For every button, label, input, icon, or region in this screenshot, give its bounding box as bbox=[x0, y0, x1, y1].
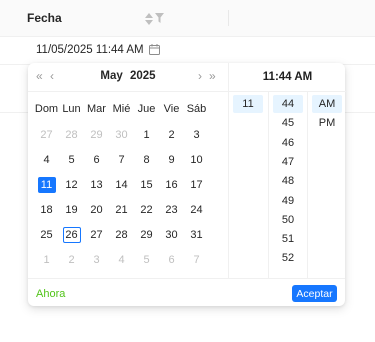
meridiem-option-selected[interactable]: AM bbox=[312, 95, 342, 113]
day-cell[interactable]: 2 bbox=[163, 127, 181, 143]
day-cell[interactable]: 10 bbox=[188, 152, 206, 168]
column-separator bbox=[228, 10, 229, 26]
ok-button[interactable]: Aceptar bbox=[292, 285, 337, 302]
day-cell[interactable]: 20 bbox=[88, 202, 106, 218]
weekday-header: Jue bbox=[137, 103, 156, 115]
meridiem-option[interactable]: PM bbox=[312, 114, 342, 132]
now-link[interactable]: Ahora bbox=[36, 288, 65, 300]
datetime-picker-popup: « ‹ May 2025 › » Dom Lun Mar Mié Jue Vie Sáb 2… bbox=[28, 63, 346, 307]
next-year-icon[interactable]: » bbox=[209, 69, 216, 83]
day-cell[interactable]: 19 bbox=[63, 202, 81, 218]
hour-column[interactable]: 11 bbox=[229, 92, 268, 278]
day-cell[interactable]: 23 bbox=[163, 202, 181, 218]
table-header: Fecha bbox=[0, 0, 375, 37]
day-cell[interactable]: 27 bbox=[88, 227, 106, 243]
filter-icon[interactable] bbox=[155, 13, 164, 23]
day-cell[interactable]: 18 bbox=[38, 202, 56, 218]
day-cell-today[interactable]: 26 bbox=[62, 227, 81, 243]
day-cell[interactable]: 24 bbox=[188, 202, 206, 218]
next-month-icon[interactable]: › bbox=[198, 69, 202, 83]
day-cell[interactable]: 1 bbox=[138, 127, 156, 143]
day-cell[interactable]: 7 bbox=[113, 152, 131, 168]
weekday-header: Lun bbox=[62, 103, 81, 115]
day-cell[interactable]: 14 bbox=[113, 177, 131, 193]
meridiem-column[interactable]: AM PM bbox=[307, 92, 347, 278]
day-cell[interactable]: 3 bbox=[88, 252, 106, 268]
date-input[interactable] bbox=[28, 37, 168, 63]
minute-option[interactable]: 46 bbox=[273, 134, 303, 152]
day-cell[interactable]: 13 bbox=[88, 177, 106, 193]
time-panel: 11:44 AM 11 44 45 46 47 48 49 50 51 52 AM PM bbox=[228, 63, 346, 278]
weekday-header: Mié bbox=[112, 103, 131, 115]
weekday-header: Mar bbox=[87, 103, 106, 115]
day-cell[interactable]: 9 bbox=[163, 152, 181, 168]
date-input-field[interactable] bbox=[36, 41, 146, 59]
calendar-icon[interactable] bbox=[149, 44, 160, 55]
day-cell[interactable]: 29 bbox=[138, 227, 156, 243]
day-cell[interactable]: 22 bbox=[138, 202, 156, 218]
sort-icon[interactable] bbox=[145, 13, 153, 25]
date-panel: « ‹ May 2025 › » Dom Lun Mar Mié Jue Vie Sáb 2… bbox=[28, 63, 228, 278]
weekday-header: Dom bbox=[34, 103, 59, 115]
day-cell[interactable]: 25 bbox=[38, 227, 56, 243]
minute-option[interactable]: 51 bbox=[273, 230, 303, 248]
minute-option[interactable]: 45 bbox=[273, 114, 303, 132]
day-cell[interactable]: 5 bbox=[63, 152, 81, 168]
minute-option[interactable]: 50 bbox=[273, 211, 303, 229]
minute-option[interactable]: 49 bbox=[273, 192, 303, 210]
day-cell[interactable]: 4 bbox=[113, 252, 131, 268]
day-cell[interactable]: 28 bbox=[63, 127, 81, 143]
day-cell[interactable]: 17 bbox=[188, 177, 206, 193]
day-cell[interactable]: 15 bbox=[138, 177, 156, 193]
day-cell[interactable]: 30 bbox=[163, 227, 181, 243]
weekday-header: Sáb bbox=[186, 103, 207, 115]
day-cell[interactable]: 6 bbox=[88, 152, 106, 168]
minute-option[interactable]: 48 bbox=[273, 172, 303, 190]
day-cell[interactable]: 28 bbox=[113, 227, 131, 243]
time-header: 11:44 AM bbox=[229, 63, 346, 92]
minute-option-selected[interactable]: 44 bbox=[273, 95, 303, 113]
day-cell[interactable]: 5 bbox=[138, 252, 156, 268]
day-cell[interactable]: 16 bbox=[163, 177, 181, 193]
day-cell[interactable]: 6 bbox=[163, 252, 181, 268]
calendar-header: « ‹ May 2025 › » bbox=[28, 63, 228, 92]
day-cell[interactable]: 30 bbox=[113, 127, 131, 143]
minute-column[interactable]: 44 45 46 47 48 49 50 51 52 bbox=[268, 92, 307, 278]
minute-option[interactable]: 47 bbox=[273, 153, 303, 171]
day-cell[interactable]: 29 bbox=[88, 127, 106, 143]
day-cell[interactable]: 12 bbox=[63, 177, 81, 193]
day-cell[interactable]: 31 bbox=[188, 227, 206, 243]
hour-option-selected[interactable]: 11 bbox=[233, 95, 263, 113]
day-cell[interactable]: 3 bbox=[188, 127, 206, 143]
year-button[interactable]: 2025 bbox=[130, 70, 156, 82]
day-cell[interactable]: 2 bbox=[63, 252, 81, 268]
weekday-header: Vie bbox=[163, 103, 180, 115]
day-cell[interactable]: 7 bbox=[188, 252, 206, 268]
day-cell[interactable]: 27 bbox=[38, 127, 56, 143]
day-cell-selected[interactable]: 11 bbox=[37, 177, 56, 193]
day-cell[interactable]: 4 bbox=[38, 152, 56, 168]
month-button[interactable]: May bbox=[100, 70, 122, 82]
day-cell[interactable]: 8 bbox=[138, 152, 156, 168]
column-title-fecha: Fecha bbox=[27, 11, 62, 25]
day-cell[interactable]: 1 bbox=[38, 252, 56, 268]
minute-option[interactable]: 52 bbox=[273, 249, 303, 267]
day-cell[interactable]: 21 bbox=[113, 202, 131, 218]
picker-footer: Ahora Aceptar bbox=[28, 278, 345, 307]
